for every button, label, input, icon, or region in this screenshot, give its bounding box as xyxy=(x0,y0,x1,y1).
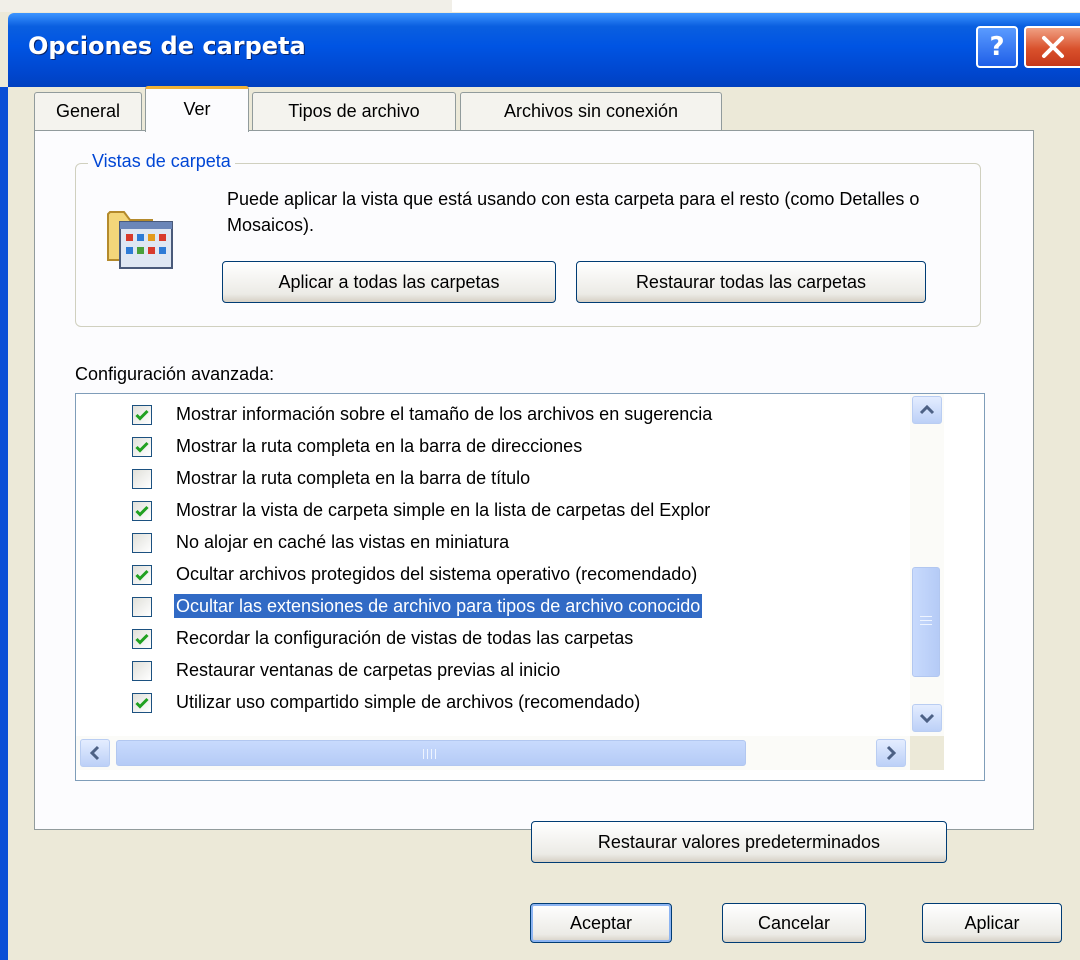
help-button[interactable]: ? xyxy=(976,26,1018,68)
list-item[interactable]: Utilizar uso compartido simple de archiv… xyxy=(76,687,908,719)
scroll-left-button[interactable] xyxy=(80,739,110,767)
checkmark-icon xyxy=(135,505,149,517)
checkbox-checked[interactable] xyxy=(132,501,152,521)
horizontal-scrollbar[interactable] xyxy=(76,736,910,770)
apply-all-folders-label: Aplicar a todas las carpetas xyxy=(278,271,500,292)
checkbox-checked[interactable] xyxy=(132,437,152,457)
folder-views-group: Vistas de carpeta Puede aplicar la vista… xyxy=(75,151,981,327)
scroll-up-button[interactable] xyxy=(912,396,942,424)
list-item-label: Utilizar uso compartido simple de archiv… xyxy=(176,692,641,712)
chevron-down-icon xyxy=(919,713,935,723)
tab-panel-ver: Vistas de carpeta Puede aplicar la vista… xyxy=(34,130,1034,863)
checkmark-icon xyxy=(135,441,149,453)
list-item[interactable]: Mostrar la ruta completa en la barra de … xyxy=(76,431,908,463)
tab-archivos-sin-conexion[interactable]: Archivos sin conexión xyxy=(460,92,722,130)
restore-defaults-label: Restaurar valores predeterminados xyxy=(597,831,881,852)
folder-views-group-label: Vistas de carpeta xyxy=(88,151,235,172)
list-item-label: Restaurar ventanas de carpetas previas a… xyxy=(176,660,561,680)
checkbox-checked[interactable] xyxy=(132,405,152,425)
list-item-label: Recordar la configuración de vistas de t… xyxy=(176,628,634,648)
checkbox-checked[interactable] xyxy=(132,629,152,649)
help-label: ? xyxy=(989,32,1005,62)
ok-button[interactable]: Aceptar xyxy=(530,903,672,943)
restore-all-folders-button[interactable]: Restaurar todas las carpetas xyxy=(576,261,926,303)
list-item[interactable]: Mostrar la ruta completa en la barra de … xyxy=(76,463,908,495)
checkbox-checked[interactable] xyxy=(132,565,152,585)
scrollbar-corner xyxy=(910,736,944,770)
tab-tipos-de-archivo[interactable]: Tipos de archivo xyxy=(252,92,456,130)
list-item[interactable]: Mostrar información sobre el tamaño de l… xyxy=(76,399,908,431)
folder-options-window: Opciones de carpeta ? General Ver Tipos … xyxy=(0,0,1080,960)
tab-ver-label: Ver xyxy=(183,99,211,119)
chevron-left-icon xyxy=(90,745,100,761)
list-item-label: Mostrar la vista de carpeta simple en la… xyxy=(176,500,711,520)
checkbox-unchecked[interactable] xyxy=(132,661,152,681)
list-item-label: Mostrar la ruta completa en la barra de … xyxy=(176,468,531,488)
close-icon xyxy=(1042,36,1064,58)
list-item[interactable]: Restaurar ventanas de carpetas previas a… xyxy=(76,655,908,687)
vertical-scrollbar[interactable] xyxy=(910,394,944,736)
apply-label: Aplicar xyxy=(964,912,1020,933)
chevron-up-icon xyxy=(919,405,935,415)
list-item-label: No alojar en caché las vistas en miniatu… xyxy=(176,532,510,552)
list-item[interactable]: Ocultar las extensiones de archivo para … xyxy=(76,591,908,623)
list-item[interactable]: No alojar en caché las vistas en miniatu… xyxy=(76,527,908,559)
scroll-down-button[interactable] xyxy=(912,704,942,732)
list-item-label: Ocultar las extensiones de archivo para … xyxy=(174,594,703,618)
cancel-button[interactable]: Cancelar xyxy=(722,903,866,943)
ok-label: Aceptar xyxy=(569,912,633,933)
vertical-scroll-thumb[interactable] xyxy=(912,567,940,677)
tab-general[interactable]: General xyxy=(34,92,142,130)
restore-defaults-button[interactable]: Restaurar valores predeterminados xyxy=(531,821,947,863)
folder-views-description: Puede aplicar la vista que está usando c… xyxy=(227,189,920,235)
horizontal-scroll-thumb[interactable] xyxy=(116,740,746,766)
apply-all-folders-button[interactable]: Aplicar a todas las carpetas xyxy=(222,261,556,303)
list-item[interactable]: Ocultar archivos protegidos del sistema … xyxy=(76,559,908,591)
list-item-label: Mostrar la ruta completa en la barra de … xyxy=(176,436,583,456)
advanced-settings-list[interactable]: Mostrar información sobre el tamaño de l… xyxy=(75,393,985,781)
window-frame-left xyxy=(0,87,8,960)
cancel-label: Cancelar xyxy=(757,912,831,933)
close-button[interactable] xyxy=(1024,26,1080,68)
list-item-label: Ocultar archivos protegidos del sistema … xyxy=(176,564,698,584)
list-item[interactable]: Mostrar la vista de carpeta simple en la… xyxy=(76,495,908,527)
tab-ver[interactable]: Ver xyxy=(145,86,249,132)
checkmark-icon xyxy=(135,569,149,581)
checkmark-icon xyxy=(135,697,149,709)
checkbox-unchecked[interactable] xyxy=(132,533,152,553)
checkmark-icon xyxy=(135,633,149,645)
tab-archivos-sin-conexion-label: Archivos sin conexión xyxy=(503,101,679,121)
advanced-settings-label: Configuración avanzada: xyxy=(75,364,275,384)
window-title: Opciones de carpeta xyxy=(28,32,306,60)
checkbox-unchecked[interactable] xyxy=(132,597,152,617)
tab-tipos-de-archivo-label: Tipos de archivo xyxy=(288,101,420,121)
tab-general-label: General xyxy=(55,101,121,121)
restore-all-folders-label: Restaurar todas las carpetas xyxy=(635,271,867,292)
checkbox-unchecked[interactable] xyxy=(132,469,152,489)
scroll-right-button[interactable] xyxy=(876,739,906,767)
list-item[interactable]: Recordar la configuración de vistas de t… xyxy=(76,623,908,655)
apply-button[interactable]: Aplicar xyxy=(922,903,1062,943)
top-strip xyxy=(0,0,1080,12)
chevron-right-icon xyxy=(886,745,896,761)
folder-views-icon xyxy=(107,211,173,269)
checkbox-checked[interactable] xyxy=(132,693,152,713)
title-bar[interactable]: Opciones de carpeta ? xyxy=(8,13,1080,87)
checkmark-icon xyxy=(135,409,149,421)
list-item-label: Mostrar información sobre el tamaño de l… xyxy=(176,404,713,424)
